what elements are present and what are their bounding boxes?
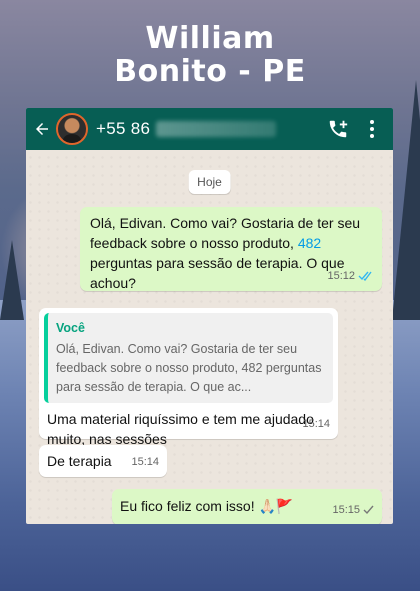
redacted-number	[156, 121, 277, 137]
chat-screenshot: +55 86 Hoje Olá, Edivan. Como vai? Gosta…	[26, 108, 393, 524]
message-text: Uma material riquíssimo e tem me ajudado…	[47, 411, 314, 447]
message-time: 15:14	[302, 418, 330, 430]
add-call-icon[interactable]	[325, 116, 351, 142]
incoming-message[interactable]: Você Olá, Edivan. Como vai? Gostaria de …	[39, 308, 338, 447]
kebab-menu-icon[interactable]	[359, 116, 385, 142]
message-link[interactable]: 482	[298, 235, 321, 251]
date-divider: Hoje	[188, 170, 231, 194]
message-meta: 15:15	[332, 500, 374, 520]
message-meta: 15:14	[131, 452, 159, 472]
title-line-2: Bonito - PE	[114, 54, 306, 89]
message-text: Eu fico feliz com isso! 🙏🏻🚩	[120, 498, 294, 514]
avatar[interactable]	[56, 113, 88, 145]
arrow-left-icon[interactable]	[32, 119, 52, 139]
message-meta: 15:12	[327, 266, 374, 286]
double-check-icon	[358, 271, 372, 281]
message-text: De terapia	[47, 453, 112, 469]
title-line-1: William	[145, 21, 275, 56]
message-time: 15:15	[332, 504, 360, 516]
chat-header: +55 86	[26, 108, 393, 150]
message-time: 15:14	[131, 456, 159, 468]
page-title: William Bonito - PE	[0, 22, 420, 88]
contact-number[interactable]: +55 86	[96, 119, 150, 139]
quoted-message[interactable]: Você Olá, Edivan. Como vai? Gostaria de …	[44, 313, 333, 403]
outgoing-message[interactable]: Eu fico feliz com isso! 🙏🏻🚩 15:15	[112, 489, 382, 524]
message-meta: 15:14	[302, 414, 330, 434]
quote-text: Olá, Edivan. Como vai? Gostaria de ter s…	[56, 342, 322, 394]
quote-author: Você	[56, 321, 85, 335]
outgoing-message[interactable]: Olá, Edivan. Como vai? Gostaria de ter s…	[80, 207, 382, 291]
check-icon	[363, 505, 374, 515]
incoming-message[interactable]: De terapia 15:14	[39, 445, 167, 477]
message-text-end: perguntas para sessão de terapia. O que …	[90, 255, 345, 291]
message-time: 15:12	[327, 270, 355, 282]
